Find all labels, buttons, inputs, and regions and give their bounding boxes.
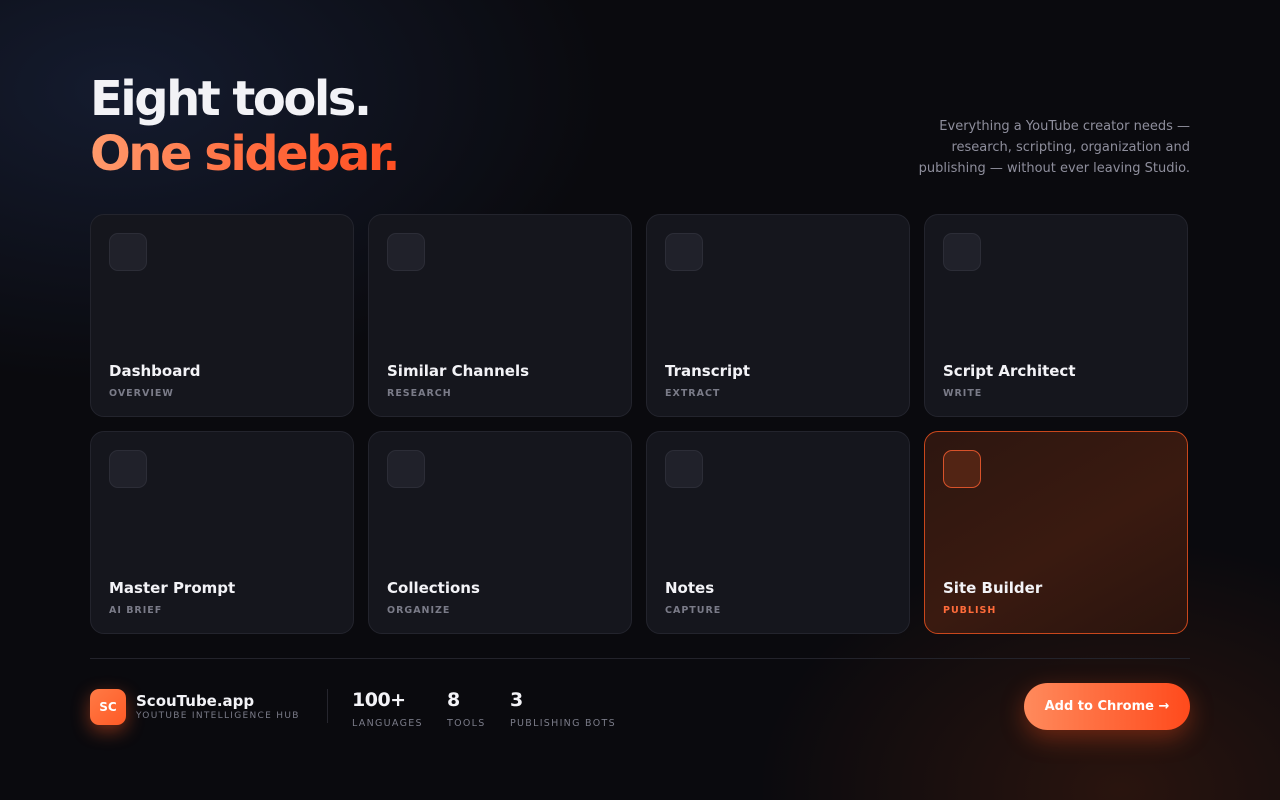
notes-icon [665,450,703,488]
headline-line-2: One sidebar. [90,126,401,182]
tools-grid: Dashboard OVERVIEW Similar Channels RESE… [90,214,1190,634]
script-architect-icon [943,233,981,271]
footer: SC ScouTube.app YOUTUBE INTELLIGENCE HUB… [90,683,1190,731]
tool-card-subtitle: AI BRIEF [109,605,163,616]
hero-description: Everything a YouTube creator needs — res… [918,119,1190,176]
tool-card-site-builder[interactable]: Site Builder PUBLISH [924,431,1188,634]
tool-card-script-architect[interactable]: Script Architect WRITE [924,214,1188,417]
tool-card-subtitle: WRITE [943,388,983,399]
collections-icon [387,450,425,488]
headline-line-1: Eight tools. [90,71,372,127]
stat-value: 3 [510,689,523,711]
tool-card-subtitle: OVERVIEW [109,388,174,399]
footer-separator [327,689,328,723]
add-to-chrome-button[interactable]: Add to Chrome → [1024,683,1190,730]
tool-card-title: Site Builder [943,579,1043,597]
tool-card-title: Transcript [665,362,751,380]
stat-value: 100+ [352,689,406,711]
stat-label: TOOLS [447,718,486,729]
brand-logo: SC [90,689,126,725]
tool-card-title: Script Architect [943,362,1076,380]
tool-card-subtitle: CAPTURE [665,605,722,616]
stat-tools: 8 TOOLS [447,689,486,729]
tool-card-subtitle: RESEARCH [387,388,452,399]
tool-card-subtitle: EXTRACT [665,388,721,399]
tool-card-transcript[interactable]: Transcript EXTRACT [646,214,910,417]
similar-channels-icon [387,233,425,271]
footer-divider [90,658,1190,659]
tool-card-similar-channels[interactable]: Similar Channels RESEARCH [368,214,632,417]
stat-publishing-bots: 3 PUBLISHING BOTS [510,689,616,729]
master-prompt-icon [109,450,147,488]
tool-card-title: Master Prompt [109,579,236,597]
tool-card-title: Similar Channels [387,362,530,380]
brand-name: ScouTube.app [136,692,255,710]
brand-tagline: YOUTUBE INTELLIGENCE HUB [136,711,300,721]
tool-card-subtitle: PUBLISH [943,605,997,616]
page-headline: Eight tools. One sidebar. [90,71,401,182]
tool-card-subtitle: ORGANIZE [387,605,451,616]
tool-card-title: Notes [665,579,715,597]
stat-languages: 100+ LANGUAGES [352,689,423,729]
tool-card-dashboard[interactable]: Dashboard OVERVIEW [90,214,354,417]
tool-card-notes[interactable]: Notes CAPTURE [646,431,910,634]
transcript-icon [665,233,703,271]
tool-card-master-prompt[interactable]: Master Prompt AI BRIEF [90,431,354,634]
dashboard-icon [109,233,147,271]
tool-card-collections[interactable]: Collections ORGANIZE [368,431,632,634]
site-builder-icon [943,450,981,488]
tool-card-title: Dashboard [109,362,201,380]
stat-value: 8 [447,689,460,711]
tool-card-title: Collections [387,579,480,597]
stat-label: PUBLISHING BOTS [510,718,616,729]
stat-label: LANGUAGES [352,718,423,729]
